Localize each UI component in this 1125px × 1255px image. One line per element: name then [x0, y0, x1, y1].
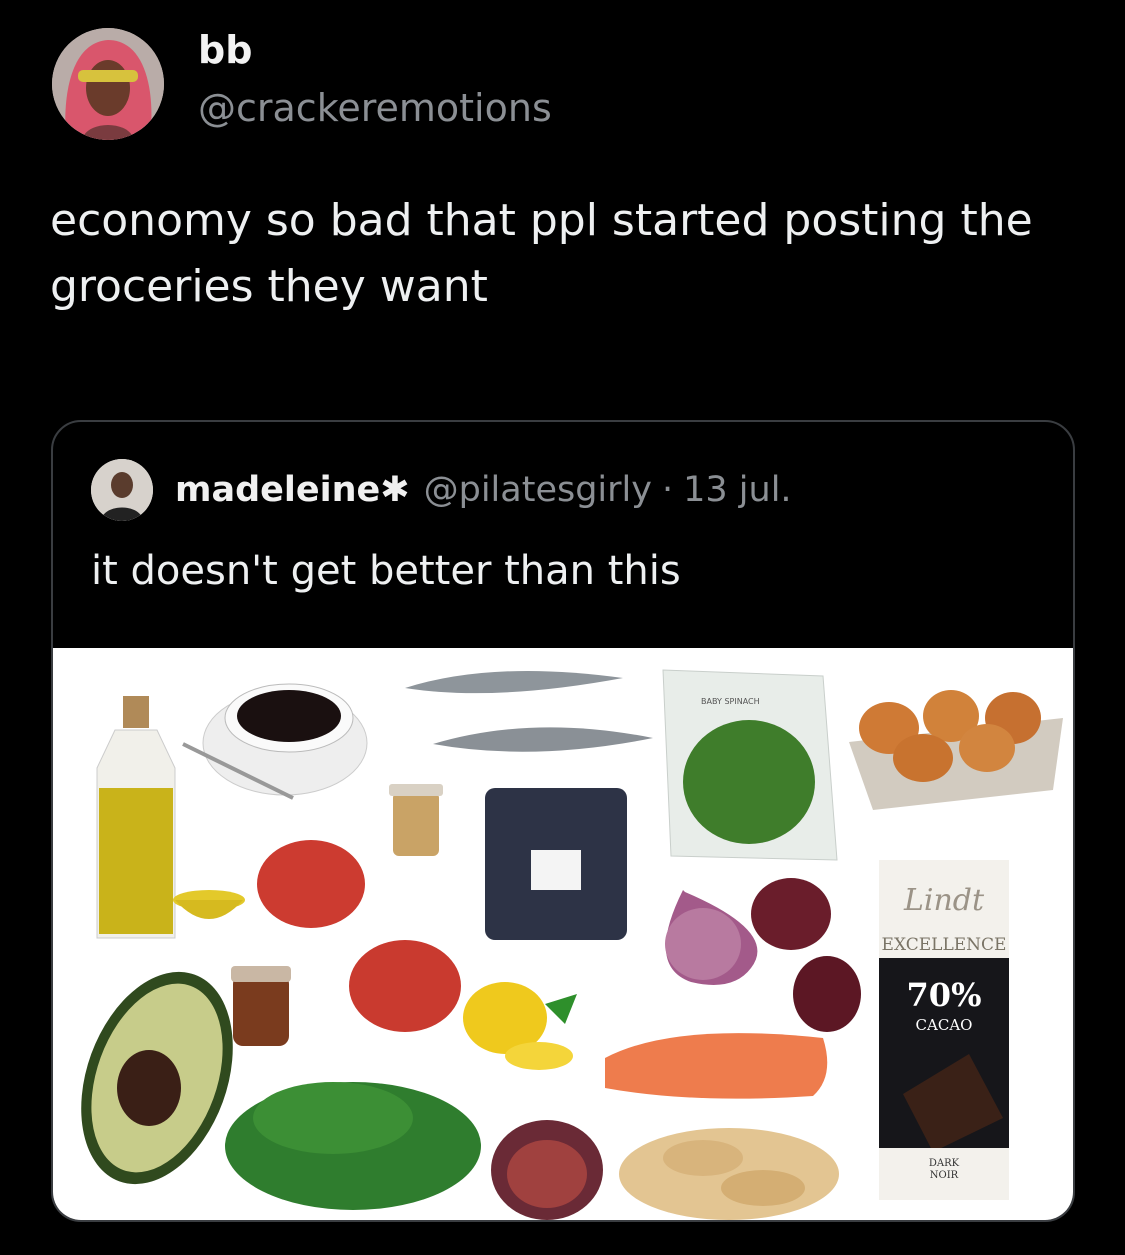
arugula-image: [225, 1082, 481, 1210]
quote-separator: ·: [661, 470, 674, 510]
quote-tweet-card[interactable]: madeleine ✱ @pilatesgirly · 13 jul. it d…: [51, 420, 1075, 1222]
groceries-collage: BABY SPINACH Lindt EXCELLENCE 70% CACAO …: [81, 669, 1063, 1220]
honey-jar-image: [389, 784, 443, 856]
eggs-carton-image: [849, 690, 1063, 810]
lemon-image: [463, 982, 577, 1070]
blueberries-image: [485, 788, 627, 940]
chocolate-dark: DARK: [929, 1158, 960, 1169]
spinach-label: BABY SPINACH: [701, 697, 760, 706]
pomegranate-image: [751, 878, 861, 1032]
salmon-fillet-image: [605, 1033, 828, 1099]
author-avatar[interactable]: [52, 28, 164, 140]
quote-media-image[interactable]: BABY SPINACH Lindt EXCELLENCE 70% CACAO …: [53, 648, 1073, 1220]
avocado-image: [81, 971, 233, 1185]
lindt-chocolate-bar-image: Lindt EXCELLENCE 70% CACAO DARK NOIR: [879, 860, 1009, 1200]
chocolate-noir: NOIR: [930, 1170, 959, 1181]
quote-name-symbol: ✱: [380, 470, 410, 510]
quote-date: 13 jul.: [683, 470, 792, 510]
author-display-name[interactable]: bb: [198, 28, 252, 72]
quote-author-avatar: [91, 459, 153, 521]
quote-handle: @pilatesgirly: [423, 470, 652, 510]
red-onion-image: [665, 890, 758, 985]
quote-display-name: madeleine: [175, 470, 381, 510]
cashews-image: [619, 1128, 839, 1220]
spinach-bag-image: BABY SPINACH: [662, 669, 838, 861]
jam-jar-image: [231, 966, 291, 1046]
chocolate-brand: Lindt: [903, 883, 985, 918]
chocolate-line: EXCELLENCE: [882, 935, 1007, 955]
chocolate-cacao: CACAO: [916, 1016, 973, 1034]
coffee-cup-image: [182, 683, 368, 800]
author-handle[interactable]: @crackeremotions: [198, 86, 552, 130]
quote-header: madeleine ✱ @pilatesgirly · 13 jul.: [91, 459, 792, 521]
sardines-image: [405, 670, 653, 752]
tweet-text: economy so bad that ppl started posting …: [50, 195, 1033, 312]
chocolate-percent: 70%: [907, 976, 982, 1014]
quote-text: it doesn't get better than this: [91, 548, 681, 594]
fig-image: [491, 1120, 603, 1220]
